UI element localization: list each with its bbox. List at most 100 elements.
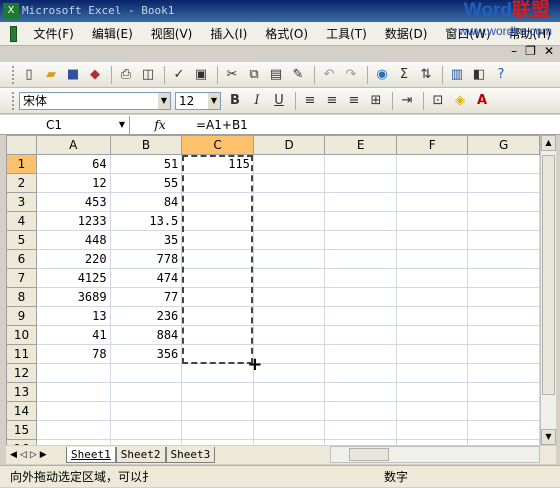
cell-c12[interactable] (181, 363, 254, 383)
workbook-icon[interactable] (10, 25, 17, 42)
cell-b14[interactable] (109, 401, 183, 421)
cell-e5[interactable] (324, 230, 397, 250)
cell-g4[interactable] (467, 211, 540, 231)
cell-g6[interactable] (467, 249, 540, 269)
cell-g13[interactable] (467, 382, 540, 402)
tab-sheet3[interactable]: Sheet3 (165, 447, 216, 463)
cell-f4[interactable] (395, 211, 469, 231)
column-header-a[interactable]: A (35, 135, 111, 155)
fill-handle-cursor-icon[interactable]: + (247, 355, 262, 374)
autosum-icon[interactable]: Σ (394, 65, 414, 85)
permission-icon[interactable]: ◆ (85, 65, 105, 85)
row-header[interactable]: 8 (6, 287, 37, 307)
research-icon[interactable]: ▣ (191, 65, 211, 85)
cell-b2[interactable]: 55 (109, 173, 183, 193)
cell-g11[interactable] (467, 344, 540, 364)
cell-b16[interactable] (109, 439, 183, 445)
copy-icon[interactable]: ⧉ (244, 65, 264, 85)
cell-b1[interactable]: 51 (109, 154, 183, 174)
cell-b6[interactable]: 778 (109, 249, 183, 269)
cell-f9[interactable] (395, 306, 469, 326)
horizontal-scrollbar[interactable] (330, 446, 540, 463)
bold-button[interactable]: B (225, 91, 245, 111)
paste-icon[interactable]: ▤ (266, 65, 286, 85)
print-preview-icon[interactable]: ◫ (138, 65, 158, 85)
row-header[interactable]: 10 (6, 325, 37, 345)
cell-b11[interactable]: 356 (109, 344, 183, 364)
cell-c6[interactable] (181, 249, 254, 269)
cell-e1[interactable] (324, 154, 397, 174)
cell-g14[interactable] (467, 401, 540, 421)
menu-insert[interactable]: 插入(I) (201, 25, 256, 42)
first-sheet-icon[interactable]: ◀ (10, 450, 17, 460)
cell-e14[interactable] (324, 401, 397, 421)
column-header-g[interactable]: G (467, 135, 540, 155)
cell-c4[interactable] (181, 211, 254, 231)
print-icon[interactable]: ⎙ (116, 65, 136, 85)
spelling-icon[interactable]: ✓ (169, 65, 189, 85)
cell-d2[interactable] (252, 173, 326, 193)
cell-a10[interactable]: 41 (35, 325, 111, 345)
cell-e9[interactable] (324, 306, 397, 326)
cell-a3[interactable]: 453 (35, 192, 111, 212)
menu-file[interactable]: 文件(F) (25, 25, 83, 42)
cell-d14[interactable] (252, 401, 326, 421)
row-header[interactable]: 14 (6, 401, 37, 421)
undo-icon[interactable]: ↶ (319, 65, 339, 85)
column-header-b[interactable]: B (109, 135, 183, 155)
tab-sheet2[interactable]: Sheet2 (115, 447, 166, 463)
cell-f6[interactable] (395, 249, 469, 269)
row-header[interactable]: 11 (6, 344, 37, 364)
cell-a1[interactable]: 64 (35, 154, 111, 174)
cell-e13[interactable] (324, 382, 397, 402)
cell-b4[interactable]: 13.5 (109, 211, 183, 231)
cell-d3[interactable] (252, 192, 326, 212)
cell-d15[interactable] (252, 420, 326, 440)
cell-d7[interactable] (252, 268, 326, 288)
cell-b8[interactable]: 77 (109, 287, 183, 307)
column-header-e[interactable]: E (324, 135, 397, 155)
cell-d1[interactable] (252, 154, 326, 174)
cell-d9[interactable] (252, 306, 326, 326)
scroll-up-icon[interactable]: ▲ (541, 135, 556, 151)
row-header[interactable]: 9 (6, 306, 37, 326)
align-center-icon[interactable]: ≡ (322, 91, 342, 111)
cell-c2[interactable] (181, 173, 254, 193)
menu-edit[interactable]: 编辑(E) (83, 25, 142, 42)
name-box[interactable]: C1 ▼ (0, 115, 130, 134)
font-name-combo[interactable]: 宋体 ▼ (19, 91, 171, 110)
merge-center-icon[interactable]: ⊞ (366, 91, 386, 111)
toolbar-grip[interactable] (12, 65, 15, 84)
cell-a14[interactable] (35, 401, 111, 421)
cut-icon[interactable]: ✂ (222, 65, 242, 85)
cell-c10[interactable] (181, 325, 254, 345)
chevron-down-icon[interactable]: ▼ (158, 92, 170, 109)
cell-a6[interactable]: 220 (35, 249, 111, 269)
cell-f5[interactable] (395, 230, 469, 250)
cell-e7[interactable] (324, 268, 397, 288)
cell-d13[interactable] (252, 382, 326, 402)
cell-g12[interactable] (467, 363, 540, 383)
font-size-combo[interactable]: 12 ▼ (175, 91, 221, 110)
menu-format[interactable]: 格式(O) (256, 25, 317, 42)
cell-e8[interactable] (324, 287, 397, 307)
cell-e10[interactable] (324, 325, 397, 345)
cell-f11[interactable] (395, 344, 469, 364)
next-sheet-icon[interactable]: ▷ (30, 450, 37, 460)
new-icon[interactable]: ▯ (19, 65, 39, 85)
fill-color-icon[interactable]: ◈ (450, 91, 470, 111)
open-icon[interactable]: ▰ (41, 65, 61, 85)
row-header[interactable]: 12 (6, 363, 37, 383)
select-all-corner[interactable] (6, 135, 37, 155)
cell-g15[interactable] (467, 420, 540, 440)
cell-table[interactable]: ABCDEFG 1 64 51 115 2 12 55 3 453 84 4 1233 13.5 5 448… (6, 135, 540, 445)
scroll-thumb[interactable] (542, 155, 555, 395)
cell-b15[interactable] (109, 420, 183, 440)
cell-d4[interactable] (252, 211, 326, 231)
cell-d12[interactable] (252, 363, 326, 383)
cell-f14[interactable] (395, 401, 469, 421)
cell-b12[interactable] (109, 363, 183, 383)
hyperlink-icon[interactable]: ◉ (372, 65, 392, 85)
cell-b9[interactable]: 236 (109, 306, 183, 326)
borders-icon[interactable]: ⊡ (428, 91, 448, 111)
